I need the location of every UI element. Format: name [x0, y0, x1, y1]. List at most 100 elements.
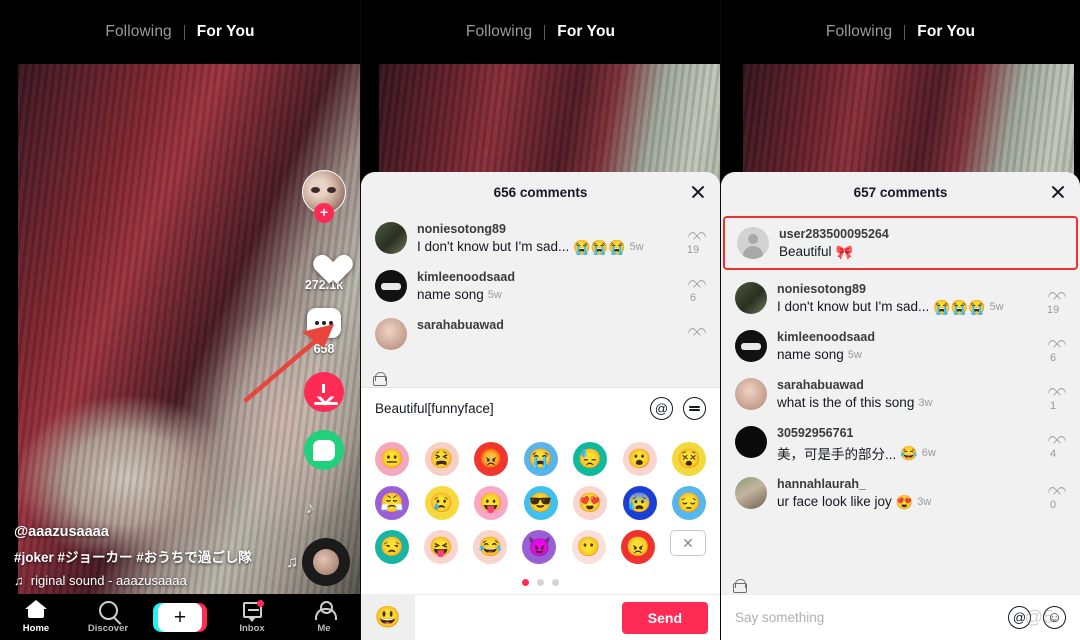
comment-row[interactable]: noniesotong89 I don't know but I'm sad..…	[721, 274, 1080, 322]
comment-like-button[interactable]	[678, 318, 708, 336]
nav-item-create[interactable]: +	[144, 602, 216, 632]
comment-row[interactable]: kimleenoodsaad name song 5w 6	[721, 322, 1080, 370]
nav-item-inbox[interactable]: Inbox	[216, 600, 288, 634]
emoji-key[interactable]: 😮	[622, 442, 657, 476]
comment-username[interactable]: sarahabuawad	[777, 378, 1038, 392]
comment-row[interactable]: sarahabuawad	[361, 310, 720, 356]
pagination-dot[interactable]	[552, 579, 559, 586]
caption-username[interactable]: @aaazusaaaa	[14, 524, 304, 540]
tab-for-you[interactable]: For You	[917, 23, 975, 41]
close-icon[interactable]	[1050, 184, 1066, 200]
nav-item-home[interactable]: Home	[0, 600, 72, 634]
comment-username[interactable]: kimleenoodsaad	[417, 270, 678, 284]
emoji-key[interactable]: 😶	[571, 530, 606, 564]
comment-like-button[interactable]: 4	[1038, 426, 1068, 460]
comment-row[interactable]: noniesotong89 I don't know but I'm sad..…	[361, 214, 720, 262]
emoji-key[interactable]: 😔	[672, 486, 706, 520]
comment-like-button[interactable]: 6	[678, 270, 708, 304]
comment-like-button[interactable]: 0	[1038, 477, 1068, 511]
emoji-key[interactable]: 😰	[622, 486, 657, 520]
tab-following[interactable]: Following	[466, 23, 532, 41]
comment-like-button[interactable]: 6	[1038, 330, 1068, 364]
sound-disc[interactable]	[302, 538, 350, 586]
comment-like-button[interactable]: 1	[1038, 378, 1068, 412]
share-button[interactable]	[304, 430, 344, 470]
comment-emoji: 😭😭😭	[573, 238, 626, 255]
tab-for-you[interactable]: For You	[197, 23, 255, 41]
comment-emoji: 😭😭😭	[933, 298, 986, 315]
backspace-icon[interactable]: ✕	[669, 530, 706, 556]
three-panel-screenshot: Following For You + 272.1k 658 ♪ ♫ @aaaz…	[0, 0, 1080, 640]
emoji-key[interactable]: 😂	[473, 530, 508, 564]
emoji-key[interactable]: 😒	[375, 530, 409, 564]
comment-like-button[interactable]: 19	[678, 222, 708, 256]
emoji-key[interactable]: 😛	[474, 486, 508, 520]
like-button[interactable]: 272.1k	[305, 240, 343, 292]
mention-icon[interactable]: @	[1008, 606, 1031, 629]
heart-outline-icon	[686, 226, 701, 240]
emoji-key[interactable]: 😈	[522, 530, 557, 564]
comment-username[interactable]: sarahabuawad	[417, 318, 678, 332]
send-button[interactable]: Send	[621, 601, 708, 634]
home-icon	[25, 600, 47, 620]
emoji-key[interactable]: 😝	[424, 530, 459, 564]
nav-item-me[interactable]: Me	[288, 600, 360, 634]
emoji-key[interactable]: 😍	[573, 486, 607, 520]
comment-username[interactable]: user283500095264	[779, 227, 1064, 241]
plus-icon[interactable]: +	[153, 602, 207, 632]
emoji-key[interactable]: 😵	[672, 442, 706, 476]
comment-like-count: 0	[1049, 499, 1057, 511]
emoji-key[interactable]: 😢	[424, 486, 459, 520]
emoji-key[interactable]: 😓	[573, 442, 607, 476]
comment-time: 5w	[629, 240, 644, 253]
tab-for-you[interactable]: For You	[557, 23, 615, 41]
pagination-dot[interactable]	[537, 579, 544, 586]
comment-username[interactable]: 30592956761	[777, 426, 1038, 440]
follow-plus-icon[interactable]: +	[314, 203, 334, 223]
emoji-icon[interactable]: ☺	[1043, 606, 1066, 629]
comment-row[interactable]: hannahlaurah_ ur face look like joy 😍 3w…	[721, 469, 1080, 517]
avatar	[735, 378, 767, 410]
comment-input-row[interactable]: Beautiful[funnyface] @	[361, 387, 720, 429]
keyboard-icon[interactable]	[683, 397, 706, 420]
tab-following[interactable]: Following	[105, 23, 171, 41]
avatar	[735, 282, 767, 314]
comment-username[interactable]: hannahlaurah_	[777, 477, 1038, 491]
comment-username[interactable]: kimleenoodsaad	[777, 330, 1038, 344]
bottom-navigation: Home Discover + Inbox Me	[0, 594, 360, 640]
emoji-key[interactable]: 😭	[523, 442, 558, 476]
mention-icon[interactable]: @	[650, 397, 673, 420]
emoji-key[interactable]: 😎	[523, 486, 558, 520]
heart-icon	[306, 240, 342, 274]
tab-separator	[904, 24, 906, 40]
emoji-key[interactable]: 😡	[474, 442, 508, 476]
comment-input-placeholder[interactable]: Say something	[735, 610, 996, 625]
pagination-dot[interactable]	[522, 579, 529, 586]
comment-row[interactable]: 30592956761 美，可是手的部分... 😂 6w 4	[721, 418, 1080, 469]
comment-username[interactable]: noniesotong89	[777, 282, 1038, 296]
emoji-key[interactable]: 😤	[375, 486, 409, 520]
comment-input[interactable]: Beautiful[funnyface]	[375, 401, 640, 416]
say-something-bar[interactable]: Say something @5 @ ☺	[721, 594, 1080, 640]
caption-sound[interactable]: ♫ riginal sound - aaazusaaaa	[14, 573, 304, 588]
nav-item-discover[interactable]: Discover	[72, 600, 144, 634]
emoji-keyboard[interactable]: 😐 😫 😡 😭 😓 😮 😵 😤 😢 😛 😎 😍 😰 😔 😒 😝 😂 😈 😶 😠 …	[361, 429, 720, 573]
emoji-key[interactable]: 😫	[424, 442, 459, 476]
close-icon[interactable]	[690, 184, 706, 200]
comment-row[interactable]: sarahabuawad what is the of this song 3w…	[721, 370, 1080, 418]
comments-list[interactable]: user283500095264 Beautiful 🎀 noniesotong…	[721, 212, 1080, 594]
creator-avatar[interactable]: +	[302, 170, 346, 223]
comment-username[interactable]: noniesotong89	[417, 222, 678, 236]
tab-following[interactable]: Following	[826, 23, 892, 41]
person-icon	[315, 600, 337, 620]
comments-list[interactable]: noniesotong89 I don't know but I'm sad..…	[361, 212, 720, 387]
comment-like-button[interactable]: 19	[1038, 282, 1068, 316]
highlighted-comment-row[interactable]: user283500095264 Beautiful 🎀	[723, 216, 1078, 270]
comment-text-row: what is the of this song 3w	[777, 395, 1038, 410]
emoji-toggle-button[interactable]: 😃	[361, 594, 415, 640]
caption-hashtags[interactable]: #joker #ジョーカー #おうちで過ごし隊	[14, 546, 304, 566]
comment-row[interactable]: kimleenoodsaad name song 5w 6	[361, 262, 720, 310]
emoji-key[interactable]: 😠	[620, 530, 655, 564]
panel-comments-emoji: Following For You 656 comments noniesoto…	[360, 0, 720, 640]
emoji-key[interactable]: 😐	[375, 442, 409, 476]
